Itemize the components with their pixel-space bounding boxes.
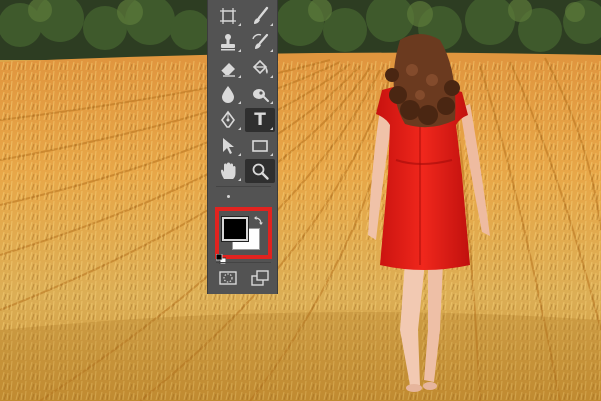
type-tool[interactable]: T (245, 108, 275, 132)
artboard-icon (219, 7, 237, 25)
default-colors-icon[interactable] (215, 249, 227, 265)
edit-toolbar-button[interactable] (218, 189, 238, 203)
paint-bucket-icon (251, 59, 269, 77)
zoom-tool[interactable] (245, 159, 275, 183)
flyout-indicator (270, 49, 273, 52)
dodge-icon (251, 85, 269, 103)
toolbar-divider (216, 262, 271, 263)
paint-bucket-tool[interactable] (245, 56, 275, 80)
rectangle-tool[interactable] (245, 134, 275, 158)
dodge-tool[interactable] (245, 82, 275, 106)
stamp-icon (219, 33, 237, 51)
background-photo (0, 0, 601, 401)
flyout-indicator (270, 101, 273, 104)
eraser-icon (219, 59, 237, 77)
pen-icon (219, 110, 237, 129)
artboard-tool[interactable] (213, 4, 243, 28)
flyout-indicator (270, 127, 273, 130)
flyout-indicator (270, 153, 273, 156)
flyout-indicator (238, 178, 241, 181)
eraser-tool[interactable] (213, 56, 243, 80)
screen-mode-icon (251, 269, 269, 287)
tools-panel: T (207, 0, 278, 294)
toolbar-divider (216, 186, 271, 187)
flyout-indicator (238, 49, 241, 52)
zoom-icon (251, 162, 269, 180)
hand-tool[interactable] (213, 159, 243, 183)
flyout-indicator (238, 101, 241, 104)
flyout-indicator (270, 75, 273, 78)
flyout-indicator (238, 127, 241, 130)
brush-tool[interactable] (245, 4, 275, 28)
flyout-indicator (238, 153, 241, 156)
ellipsis-icon (226, 194, 230, 198)
hand-icon (219, 162, 237, 180)
arrow-cursor-icon (219, 137, 237, 155)
quick-mask-button[interactable] (213, 266, 243, 290)
quick-mask-icon (219, 269, 237, 287)
path-selection-tool[interactable] (213, 134, 243, 158)
swap-colors-icon[interactable] (254, 210, 264, 225)
rectangle-icon (251, 137, 269, 155)
blur-tool[interactable] (213, 82, 243, 106)
drop-icon (219, 85, 237, 103)
flyout-indicator (270, 23, 273, 26)
history-brush-icon (251, 33, 269, 51)
history-brush-tool[interactable] (245, 30, 275, 54)
clone-stamp-tool[interactable] (213, 30, 243, 54)
foreground-color-swatch[interactable] (221, 216, 249, 242)
screen-mode-button[interactable] (245, 266, 275, 290)
flyout-indicator (238, 23, 241, 26)
pen-tool[interactable] (213, 108, 243, 132)
brush-icon (251, 6, 269, 25)
flyout-indicator (238, 75, 241, 78)
type-icon: T (254, 109, 266, 130)
